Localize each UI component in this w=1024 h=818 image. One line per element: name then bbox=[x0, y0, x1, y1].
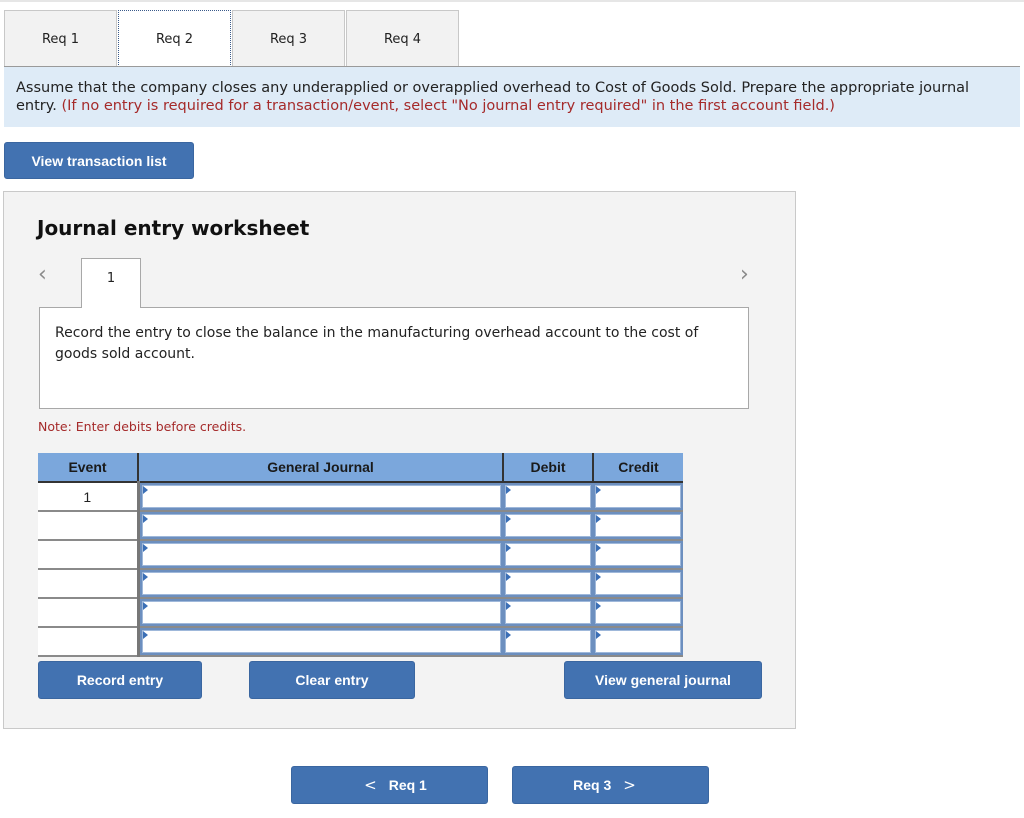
account-select[interactable] bbox=[141, 514, 501, 537]
table-row bbox=[38, 511, 683, 541]
credit-input[interactable] bbox=[595, 572, 681, 595]
tab-req-1[interactable]: Req 1 bbox=[4, 10, 117, 67]
next-req-button[interactable]: Req 3 > bbox=[512, 766, 709, 804]
tab-req-2[interactable]: Req 2 bbox=[118, 10, 231, 67]
top-rule bbox=[0, 0, 1024, 2]
debit-input[interactable] bbox=[505, 572, 591, 595]
next-req-label: Req 3 bbox=[573, 777, 612, 793]
credit-input[interactable] bbox=[595, 485, 681, 508]
debit-input[interactable] bbox=[505, 514, 591, 537]
debit-credit-note: Note: Enter debits before credits. bbox=[38, 419, 247, 434]
event-cell bbox=[38, 511, 140, 541]
event-cell bbox=[38, 540, 140, 570]
event-cell bbox=[38, 627, 140, 657]
account-select[interactable] bbox=[141, 572, 501, 595]
account-select[interactable] bbox=[141, 485, 501, 508]
view-transaction-list-button[interactable]: View transaction list bbox=[4, 142, 194, 179]
table-row bbox=[38, 540, 683, 570]
header-credit: Credit bbox=[593, 453, 683, 483]
instruction-note: (If no entry is required for a transacti… bbox=[61, 98, 835, 114]
account-select[interactable] bbox=[141, 630, 501, 653]
worksheet-title: Journal entry worksheet bbox=[37, 216, 310, 240]
header-event: Event bbox=[38, 453, 139, 483]
tab-req-3[interactable]: Req 3 bbox=[232, 10, 345, 67]
journal-table: Event General Journal Debit Credit 1 bbox=[38, 453, 683, 657]
credit-input[interactable] bbox=[595, 543, 681, 566]
entry-description: Record the entry to close the balance in… bbox=[39, 307, 749, 409]
prev-req-label: Req 1 bbox=[388, 777, 427, 793]
prev-req-button[interactable]: < Req 1 bbox=[291, 766, 488, 804]
debit-input[interactable] bbox=[505, 543, 591, 566]
debit-input[interactable] bbox=[505, 485, 591, 508]
table-row bbox=[38, 627, 683, 657]
clear-entry-button[interactable]: Clear entry bbox=[249, 661, 415, 699]
credit-input[interactable] bbox=[595, 630, 681, 653]
table-row: 1 bbox=[38, 482, 683, 512]
header-general-journal: General Journal bbox=[138, 453, 504, 483]
header-debit: Debit bbox=[503, 453, 594, 483]
entry-tab-1[interactable]: 1 bbox=[81, 258, 141, 308]
event-cell: 1 bbox=[38, 482, 140, 512]
chevron-left-icon[interactable]: ‹ bbox=[38, 262, 47, 287]
chevron-right-icon[interactable]: › bbox=[740, 262, 749, 287]
event-cell bbox=[38, 569, 140, 599]
account-select[interactable] bbox=[141, 601, 501, 624]
record-entry-button[interactable]: Record entry bbox=[38, 661, 202, 699]
event-cell bbox=[38, 598, 140, 628]
table-row bbox=[38, 598, 683, 628]
tab-req-4[interactable]: Req 4 bbox=[346, 10, 459, 67]
chevron-right-icon: > bbox=[623, 776, 636, 794]
credit-input[interactable] bbox=[595, 514, 681, 537]
debit-input[interactable] bbox=[505, 601, 591, 624]
view-general-journal-button[interactable]: View general journal bbox=[564, 661, 762, 699]
credit-input[interactable] bbox=[595, 601, 681, 624]
chevron-left-icon: < bbox=[364, 776, 377, 794]
instruction-box: Assume that the company closes any under… bbox=[4, 67, 1020, 127]
journal-entry-worksheet: Journal entry worksheet ‹ › 1 Record the… bbox=[3, 191, 796, 729]
account-select[interactable] bbox=[141, 543, 501, 566]
table-row bbox=[38, 569, 683, 599]
debit-input[interactable] bbox=[505, 630, 591, 653]
journal-table-header: Event General Journal Debit Credit bbox=[38, 453, 683, 483]
requirement-tabs: Req 1 Req 2 Req 3 Req 4 bbox=[4, 10, 460, 67]
